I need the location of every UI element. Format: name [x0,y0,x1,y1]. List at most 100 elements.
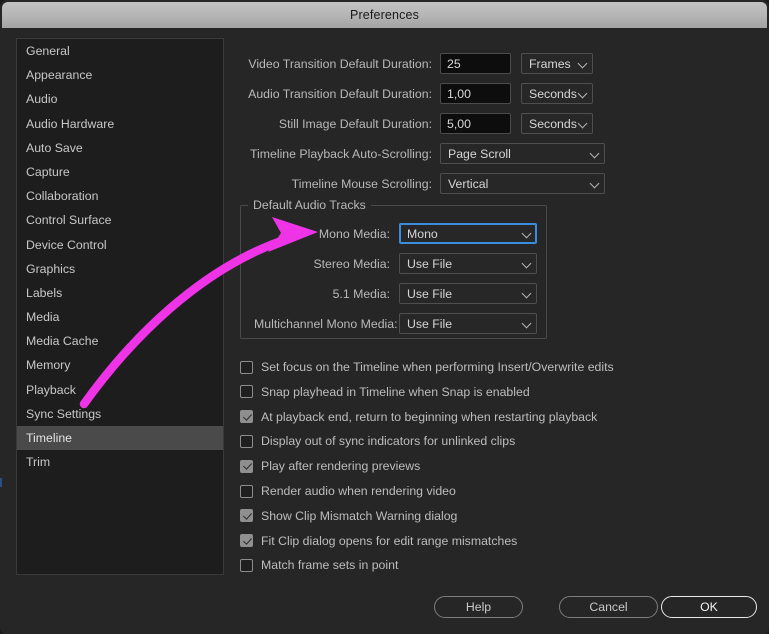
combo-value: Frames [529,56,571,71]
select-timeline-playback-auto-scrolling[interactable]: Page Scroll [440,143,605,164]
checkbox-label-render-audio-when-rendering-video: Render audio when rendering video [261,484,456,498]
sidebar-item-media-cache[interactable]: Media Cache [17,329,223,353]
setting-row-timeline-playback-auto-scrolling: Timeline Playback Auto-Scrolling: Page Sc… [232,143,605,164]
label-timeline-playback-auto-scrolling: Timeline Playback Auto-Scrolling: [249,146,432,161]
combo-value: Vertical [448,176,489,191]
checkbox-set-focus-on-the-timeline-when-performing-insert-overwrite-edits[interactable] [240,360,253,374]
input-video-transition-default-duration[interactable] [440,53,511,74]
cancel-button[interactable]: Cancel [559,596,658,618]
checkbox-label-match-frame-sets-in-point: Match frame sets in point [261,558,399,573]
checkbox-row-match-frame-sets-in-point[interactable]: Match frame sets in point [240,556,398,574]
window-edge-artifact [0,478,2,487]
combo-value: Seconds [529,116,577,131]
checkbox-row-show-clip-mismatch-warning-dialog[interactable]: Show Clip Mismatch Warning dialog [240,507,457,525]
chevron-down-icon [521,318,532,328]
checkbox-play-after-rendering-previews[interactable] [240,459,253,473]
chevron-down-icon [589,148,600,158]
checkbox-label-set-focus-on-the-timeline-when-performing-insert-overwrite-edits: Set focus on the Timeline when performin… [261,360,614,374]
audio-row-multichannel-mono-media: Multichannel Mono Media: Use File [254,313,537,334]
label-stereo-media: Stereo Media: [313,256,390,271]
window-titlebar: Preferences [2,2,767,28]
checkbox-at-playback-end-return-to-beginning-when-restarting-playback[interactable] [240,410,253,424]
label-audio-transition-default-duration: Audio Transition Default Duration: [248,86,432,101]
sidebar-item-graphics[interactable]: Graphics [17,257,223,281]
setting-row-audio-transition-default-duration: Audio Transition Default Duration: Second… [232,83,593,104]
checkbox-fit-clip-dialog-opens-for-edit-range-mismatches[interactable] [240,534,253,548]
checkbox-row-display-out-of-sync-indicators-for-unlinked-clips[interactable]: Display out of sync indicators for unlin… [240,432,515,450]
checkbox-row-play-after-rendering-previews[interactable]: Play after rendering previews [240,457,420,475]
combo-value: Seconds [529,86,577,101]
checkbox-row-set-focus-on-the-timeline-when-performing-insert-overwrite-edits[interactable]: Set focus on the Timeline when performin… [240,358,614,376]
sidebar-item-audio-hardware[interactable]: Audio Hardware [17,112,223,136]
sidebar-item-control-surface[interactable]: Control Surface [17,208,223,232]
sidebar-item-collaboration[interactable]: Collaboration [17,184,223,208]
select-5-1-media[interactable]: Use File [399,283,537,304]
checkbox-render-audio-when-rendering-video[interactable] [240,484,253,498]
combo-value: Use File [407,286,453,301]
sidebar-item-device-control[interactable]: Device Control [17,233,223,257]
sidebar-item-playback[interactable]: Playback [17,378,223,402]
checkbox-label-fit-clip-dialog-opens-for-edit-range-mismatches: Fit Clip dialog opens for edit range mis… [261,533,518,548]
sidebar-item-sync-settings[interactable]: Sync Settings [17,402,223,426]
chevron-down-icon [589,178,600,188]
label-timeline-mouse-scrolling: Timeline Mouse Scrolling: [291,176,432,191]
sidebar-item-labels[interactable]: Labels [17,281,223,305]
setting-row-still-image-default-duration: Still Image Default Duration: Seconds [232,113,593,134]
select-timeline-mouse-scrolling[interactable]: Vertical [440,173,605,194]
unit-select-video-transition-default-duration[interactable]: Frames [521,53,593,74]
audio-row-stereo-media: Stereo Media: Use File [254,253,537,274]
chevron-down-icon [577,88,588,98]
unit-select-audio-transition-default-duration[interactable]: Seconds [521,83,593,104]
audio-row-5-1-media: 5.1 Media: Use File [254,283,537,304]
sidebar-item-general[interactable]: General [17,39,223,63]
label-5-1-media: 5.1 Media: [332,286,390,301]
sidebar-item-appearance[interactable]: Appearance [17,63,223,87]
checkbox-label-snap-playhead-in-timeline-when-snap-is-enabled: Snap playhead in Timeline when Snap is e… [261,384,530,399]
ok-button[interactable]: OK [661,596,757,618]
preferences-category-list[interactable]: General Appearance Audio Audio Hardware Auto… [16,38,224,575]
setting-row-video-transition-default-duration: Video Transition Default Duration: Frames [232,53,593,74]
checkbox-label-display-out-of-sync-indicators-for-unlinked-clips: Display out of sync indicators for unlin… [261,434,516,449]
combo-value: Mono [407,226,438,241]
label-video-transition-default-duration: Video Transition Default Duration: [248,56,432,71]
checkbox-show-clip-mismatch-warning-dialog[interactable] [240,509,253,523]
chevron-down-icon [577,58,588,68]
sidebar-item-auto-save[interactable]: Auto Save [17,136,223,160]
checkbox-row-snap-playhead-in-timeline-when-snap-is-enabled[interactable]: Snap playhead in Timeline when Snap is e… [240,383,530,401]
sidebar-item-capture[interactable]: Capture [17,160,223,184]
sidebar-item-audio[interactable]: Audio [17,87,223,111]
dialog-footer: Help Cancel OK [0,592,769,634]
unit-select-still-image-default-duration[interactable]: Seconds [521,113,593,134]
checkbox-row-at-playback-end-return-to-beginning-when-restarting-playback[interactable]: At playback end, return to beginning whe… [240,408,597,426]
chevron-down-icon [521,258,532,268]
label-mono-media: Mono Media: [318,226,390,241]
checkbox-snap-playhead-in-timeline-when-snap-is-enabled[interactable] [240,385,253,399]
sidebar-item-trim[interactable]: Trim [17,450,223,474]
sidebar-item-media[interactable]: Media [17,305,223,329]
chevron-down-icon [577,118,588,128]
select-stereo-media[interactable]: Use File [399,253,537,274]
timeline-settings-panel: Default Audio Tracks Video Transition De… [232,38,753,575]
checkbox-display-out-of-sync-indicators-for-unlinked-clips[interactable] [240,434,253,448]
help-button[interactable]: Help [434,596,523,618]
setting-row-timeline-mouse-scrolling: Timeline Mouse Scrolling: Vertical [232,173,605,194]
input-still-image-default-duration[interactable] [440,113,511,134]
chevron-down-icon [521,228,532,238]
select-mono-media[interactable]: Mono [399,223,537,244]
input-audio-transition-default-duration[interactable] [440,83,511,104]
checkbox-row-render-audio-when-rendering-video[interactable]: Render audio when rendering video [240,482,456,500]
checkbox-match-frame-sets-in-point[interactable] [240,558,253,572]
checkbox-label-at-playback-end-return-to-beginning-when-restarting-playback: At playback end, return to beginning whe… [261,409,598,424]
default-audio-tracks-legend: Default Audio Tracks [248,198,371,212]
sidebar-item-memory[interactable]: Memory [17,353,223,377]
select-multichannel-mono-media[interactable]: Use File [399,313,537,334]
checkbox-label-play-after-rendering-previews: Play after rendering previews [261,459,421,474]
label-still-image-default-duration: Still Image Default Duration: [278,116,432,131]
label-multichannel-mono-media: Multichannel Mono Media: [254,316,398,331]
checkbox-label-show-clip-mismatch-warning-dialog: Show Clip Mismatch Warning dialog [261,508,458,523]
combo-value: Use File [407,256,453,271]
combo-value: Use File [407,316,453,331]
chevron-down-icon [521,288,532,298]
checkbox-row-fit-clip-dialog-opens-for-edit-range-mismatches[interactable]: Fit Clip dialog opens for edit range mis… [240,532,517,550]
sidebar-item-timeline[interactable]: Timeline [17,426,223,451]
